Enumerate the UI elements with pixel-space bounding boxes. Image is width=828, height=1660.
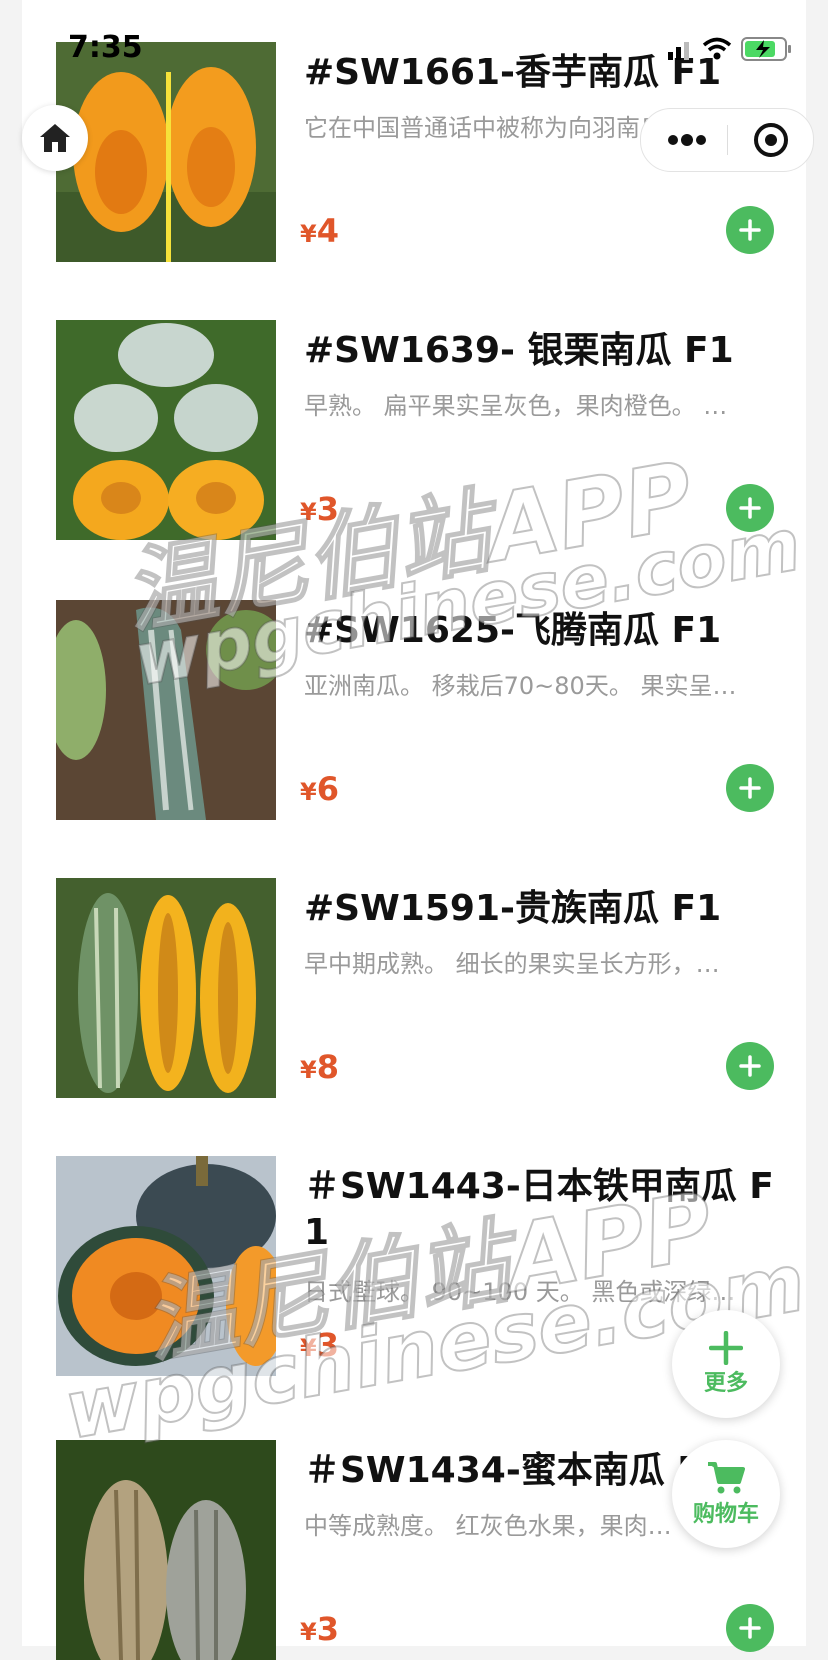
product-title[interactable]: #SW1625-飞腾南瓜 F1 bbox=[304, 608, 774, 654]
more-button[interactable]: 更多 bbox=[672, 1310, 780, 1418]
wifi-icon bbox=[702, 37, 732, 60]
product-price: ¥6 bbox=[300, 770, 339, 808]
product-description: 早熟。 扁平果实呈灰色，果肉橙色。 … bbox=[304, 392, 728, 420]
add-to-cart-button[interactable] bbox=[726, 484, 774, 532]
list-item[interactable]: #SW1625-飞腾南瓜 F1 亚洲南瓜。 移栽后70~80天。 果实呈… ¥6 bbox=[56, 600, 776, 820]
more-label: 更多 bbox=[703, 1371, 748, 1396]
add-to-cart-button[interactable] bbox=[726, 1042, 774, 1090]
product-title[interactable]: ＃SW1443-日本铁甲南瓜 F1 bbox=[304, 1164, 774, 1256]
list-item[interactable]: ＃SW1434-蜜本南瓜 F1 中等成熟度。 红灰色水果，果肉… ¥3 bbox=[56, 1440, 776, 1660]
product-price: ¥3 bbox=[300, 1326, 339, 1364]
product-image[interactable] bbox=[56, 1156, 276, 1376]
list-item[interactable]: ＃SW1443-日本铁甲南瓜 F1 日式壁球。 90~100 天。 黑色或深绿…… bbox=[56, 1156, 776, 1376]
product-price: ¥4 bbox=[300, 212, 339, 250]
plus-icon bbox=[739, 497, 761, 519]
more-icon[interactable] bbox=[667, 129, 707, 151]
home-button[interactable] bbox=[22, 105, 88, 171]
plus-icon bbox=[739, 1617, 761, 1639]
product-image[interactable] bbox=[56, 878, 276, 1098]
plus-icon bbox=[709, 1331, 743, 1365]
home-icon bbox=[40, 124, 70, 152]
plus-icon bbox=[739, 1055, 761, 1077]
battery-icon bbox=[741, 37, 791, 61]
product-price: ¥3 bbox=[300, 1610, 339, 1648]
product-description: 早中期成熟。 细长的果实呈长方形，… bbox=[304, 950, 720, 978]
plus-icon bbox=[739, 777, 761, 799]
product-price: ¥8 bbox=[300, 1048, 339, 1086]
product-image[interactable] bbox=[56, 42, 276, 262]
product-image[interactable] bbox=[56, 320, 276, 540]
plus-icon bbox=[739, 219, 761, 241]
status-icons bbox=[668, 34, 798, 64]
product-description: 亚洲南瓜。 移栽后70~80天。 果实呈… bbox=[304, 672, 737, 700]
list-item[interactable]: #SW1639- 银栗南瓜 F1 早熟。 扁平果实呈灰色，果肉橙色。 … ¥3 bbox=[56, 320, 776, 540]
product-title[interactable]: #SW1639- 银栗南瓜 F1 bbox=[304, 328, 774, 374]
capsule-divider bbox=[727, 125, 728, 155]
product-price: ¥3 bbox=[300, 490, 339, 528]
status-time: 7:35 bbox=[68, 30, 143, 65]
add-to-cart-button[interactable] bbox=[726, 1604, 774, 1652]
add-to-cart-button[interactable] bbox=[726, 206, 774, 254]
product-image[interactable] bbox=[56, 600, 276, 820]
mini-program-capsule bbox=[640, 108, 814, 172]
add-to-cart-button[interactable] bbox=[726, 764, 774, 812]
product-image[interactable] bbox=[56, 1440, 276, 1660]
cart-icon bbox=[708, 1462, 745, 1494]
product-description: 日式壁球。 90~100 天。 黑色或深绿… bbox=[304, 1278, 736, 1306]
cart-button[interactable]: 购物车 bbox=[672, 1440, 780, 1548]
product-title[interactable]: #SW1591-贵族南瓜 F1 bbox=[304, 886, 774, 932]
close-icon[interactable] bbox=[753, 122, 789, 158]
list-item[interactable]: #SW1591-贵族南瓜 F1 早中期成熟。 细长的果实呈长方形，… ¥8 bbox=[56, 878, 776, 1098]
cellular-icon bbox=[668, 42, 689, 60]
cart-label: 购物车 bbox=[692, 1502, 759, 1527]
